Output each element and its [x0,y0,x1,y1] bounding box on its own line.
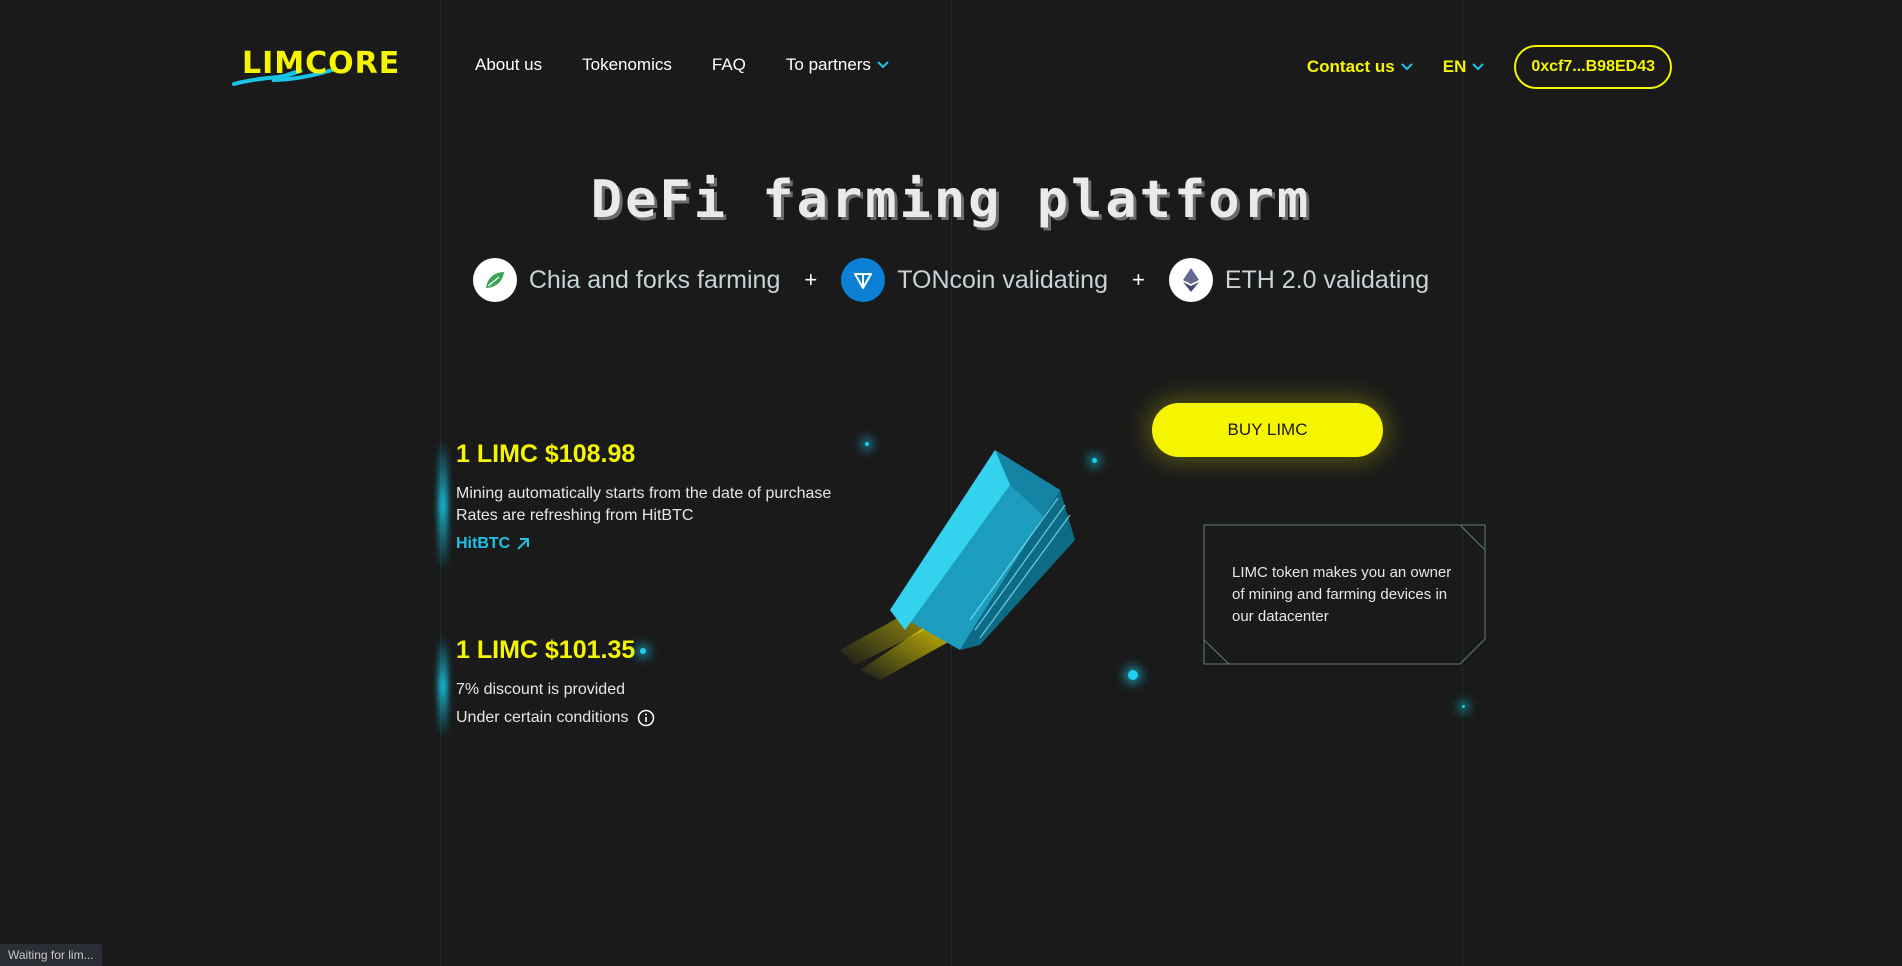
logo-text: LIMCORE [242,46,401,81]
feature-chia: Chia and forks farming [472,258,781,302]
hitbtc-link-label: HitBTC [456,535,511,552]
glow-dot [640,648,646,654]
feature-ton: TONcoin validating [841,258,1108,302]
limcore-logo[interactable]: LIMCORE [232,40,399,90]
feature-label: TONcoin validating [897,265,1108,294]
contact-us-dropdown[interactable]: Contact us [1307,57,1413,77]
arrow-up-right-icon [517,538,530,550]
contact-label: Contact us [1306,57,1395,76]
price-block-market: 1 LIMC $108.98 Mining automatically star… [438,440,832,570]
feature-label: ETH 2.0 validating [1224,265,1430,294]
price-block-discount: 1 LIMC $101.35 7% discount is provided U… [438,636,655,736]
nav-tokenomics[interactable]: Tokenomics [582,55,672,75]
browser-status-bar: Waiting for lim... [0,944,102,966]
eth-icon [1168,258,1213,302]
chevron-down-icon [1401,63,1413,71]
conditions-row: Under certain conditions [456,707,655,729]
site-header: LIMCORE About us Tokenomics FAQ To partn… [0,0,1902,132]
ton-icon [841,258,886,302]
glow-bar [438,636,448,736]
price-value: 1 LIMC $108.98 [456,440,636,468]
token-info-text: LIMC token makes you an owner of mining … [1232,564,1452,625]
nav-label: About us [475,55,543,74]
price-description: 7% discount is provided [456,681,625,698]
chevron-down-icon [877,61,889,69]
conditions-label: Under certain conditions [456,709,629,726]
nav-label: Tokenomics [582,55,672,74]
glow-bar [438,440,448,570]
glow-dot [1092,458,1097,463]
plus-separator: + [804,267,818,292]
plus-separator: + [1132,267,1145,292]
nav-about-us[interactable]: About us [475,55,542,75]
wallet-address-button[interactable]: 0xcf7...B98ED43 [1514,45,1672,89]
chevron-down-icon [1472,63,1485,71]
price-value: 1 LIMC $101.35 [456,636,636,664]
features-row: Chia and forks farming + TONcoin validat… [0,258,1902,302]
info-icon[interactable] [637,709,655,727]
price-description: Rates are refreshing from HitBTC [456,507,694,524]
buy-limc-button[interactable]: BUY LIMC [1152,403,1383,457]
nav-to-partners[interactable]: To partners [786,55,889,75]
price-description: Mining automatically starts from the dat… [456,485,832,502]
server-illustration [640,430,1138,690]
nav-label: To partners [785,55,871,74]
language-selector[interactable]: EN [1443,57,1485,77]
hero-title: DeFi farming platform [590,170,1312,230]
feature-label: Chia and forks farming [528,265,781,294]
chia-leaf-icon [472,258,517,302]
nav-faq[interactable]: FAQ [712,55,746,75]
nav-label: FAQ [711,55,746,74]
language-label: EN [1442,57,1467,76]
server-rocket-icon [840,450,1075,680]
hitbtc-link[interactable]: HitBTC [456,535,530,553]
glow-dot [865,442,869,446]
main-nav: About us Tokenomics FAQ To partners [475,55,889,75]
grid-line [1462,0,1463,966]
feature-eth: ETH 2.0 validating [1168,258,1430,302]
token-info-card: LIMC token makes you an owner of mining … [1203,524,1486,665]
glow-dot [1128,670,1138,680]
glow-dot [1462,705,1465,708]
header-actions: Contact us EN 0xcf7...B98ED43 [1307,45,1672,89]
